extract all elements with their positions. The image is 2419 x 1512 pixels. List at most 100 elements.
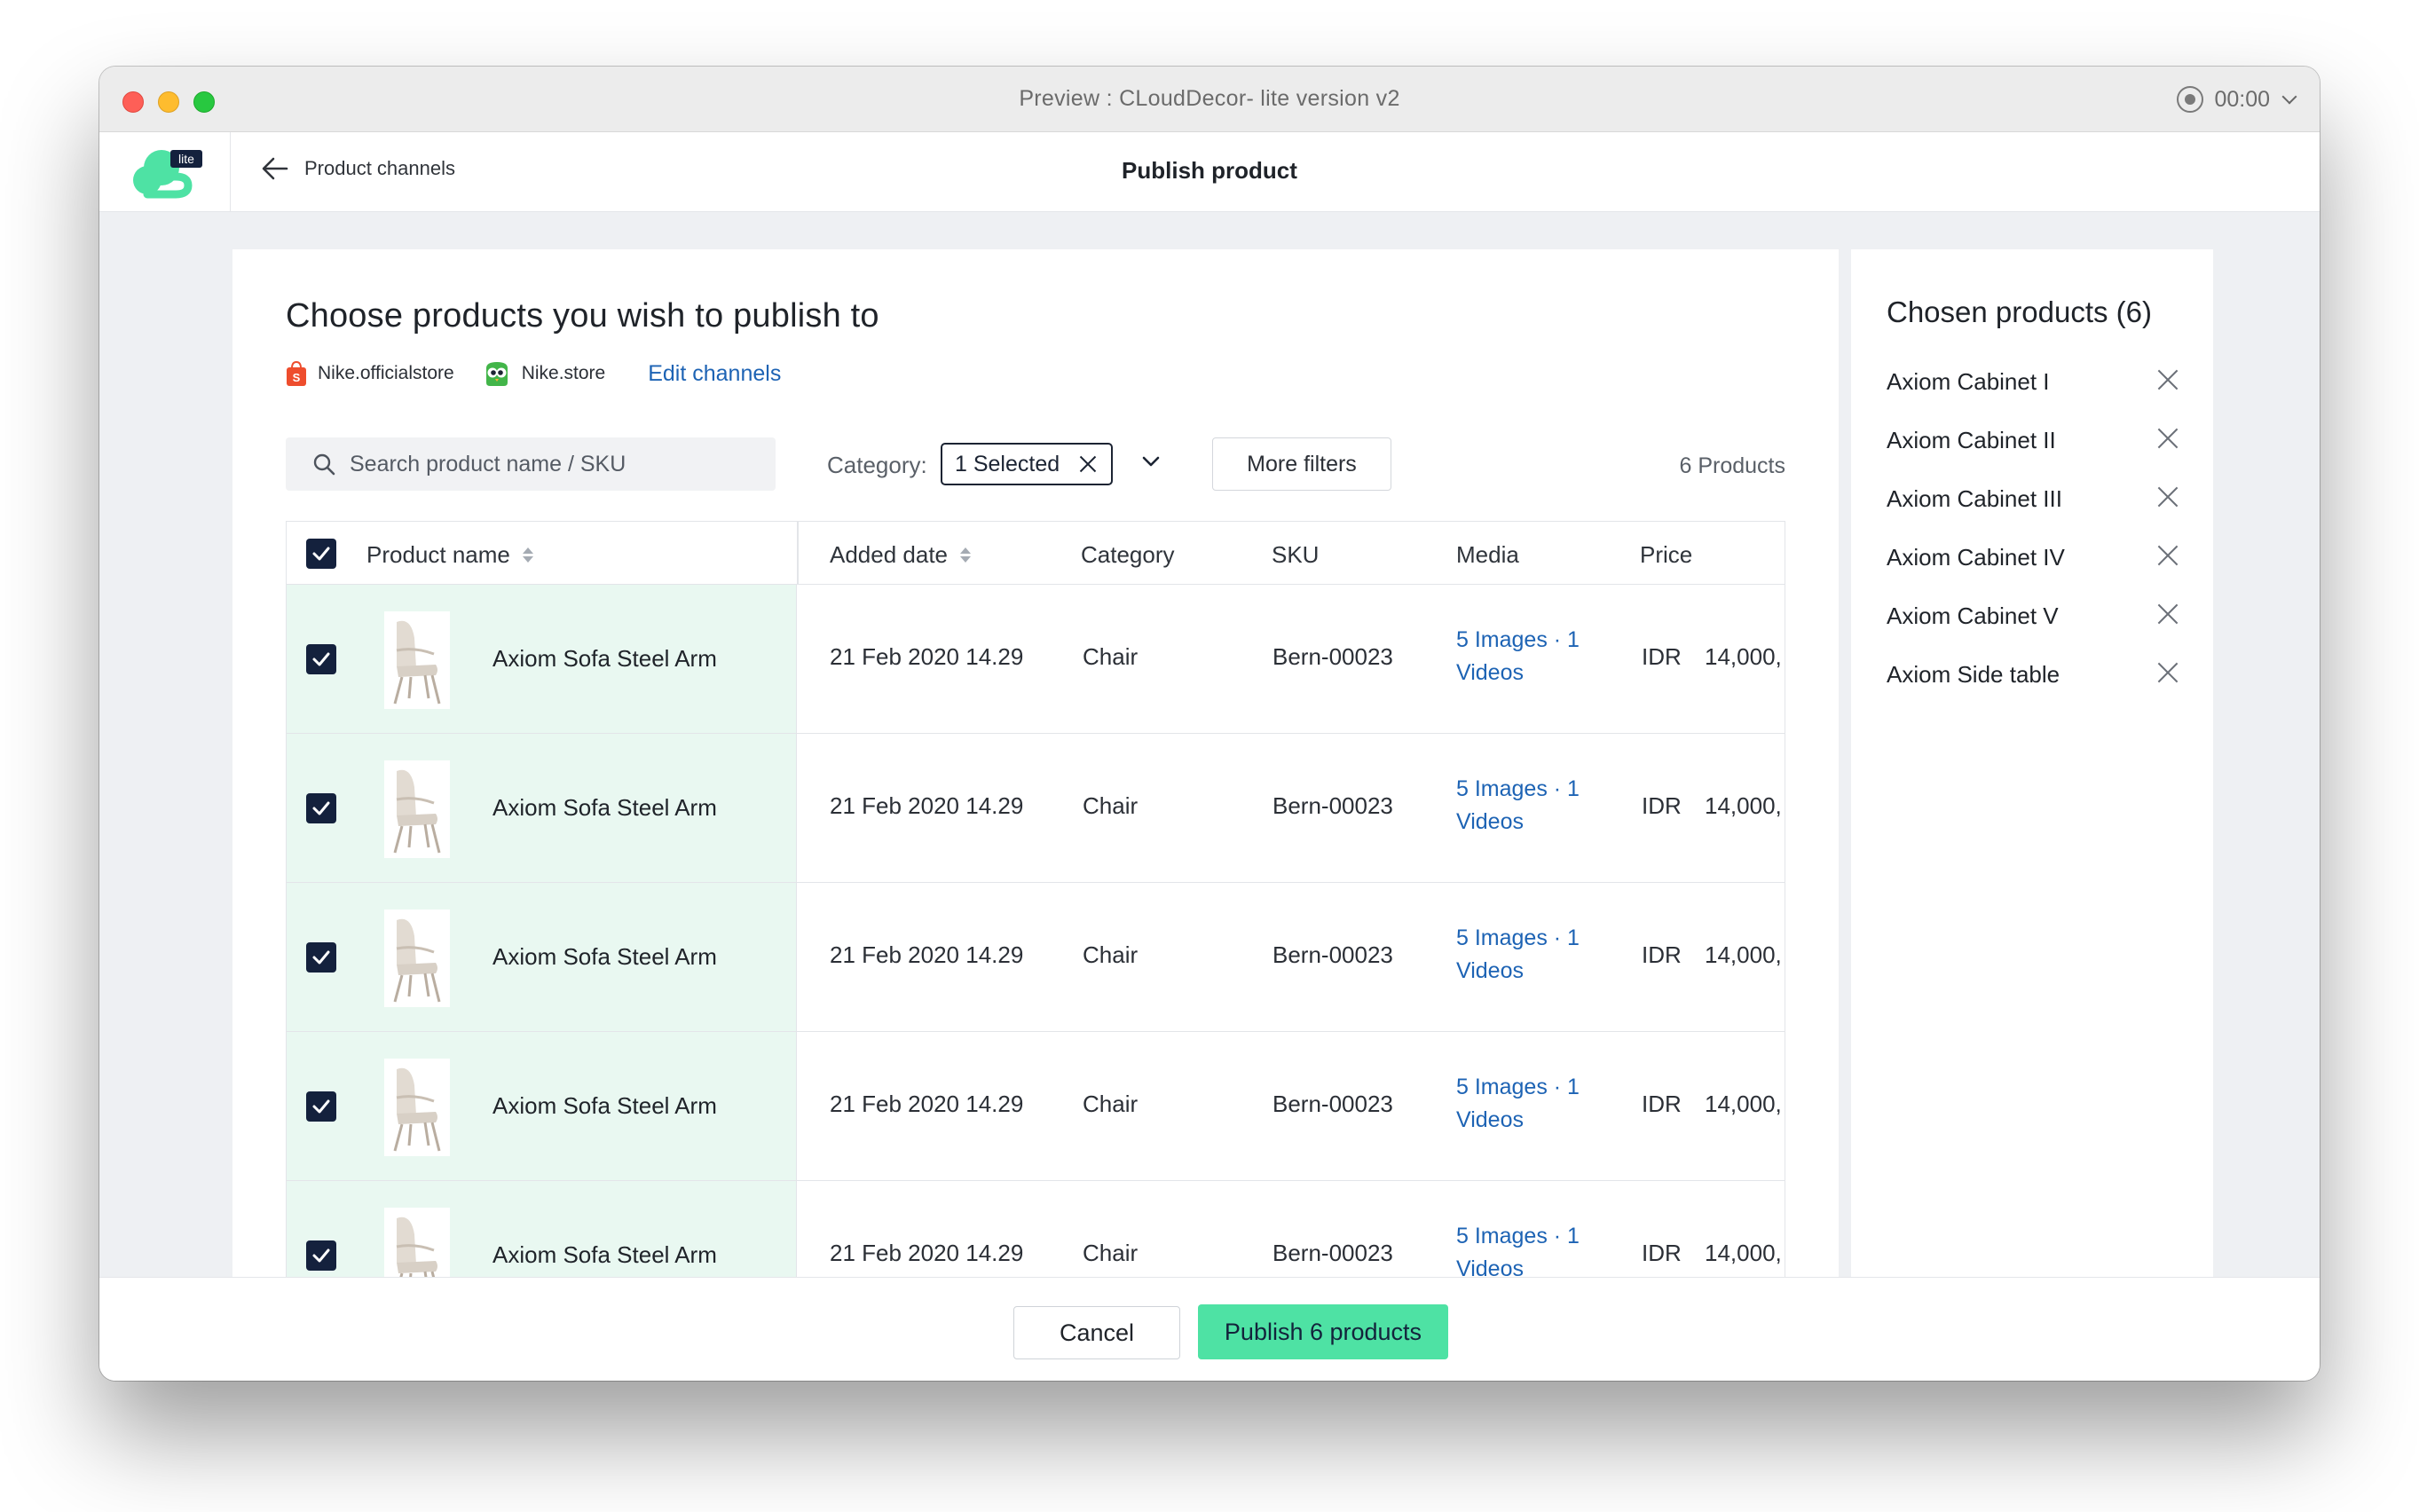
clear-category-icon[interactable] [1079,455,1097,473]
remove-icon[interactable] [2156,602,2179,626]
header-category: Category [1081,541,1175,569]
header-label: Media [1456,541,1519,568]
chair-thumbnail-image [384,910,450,1007]
product-table: Product name Added date Category SKU Med… [286,521,1785,1330]
category-dropdown-chevron-icon[interactable] [1138,448,1164,475]
header-media: Media [1456,541,1519,569]
remove-icon[interactable] [2156,544,2179,567]
checkmark-icon [312,801,330,815]
category-chip-label: 1 Selected [955,451,1060,476]
row-checkbox[interactable] [306,942,336,973]
media-link[interactable]: 5 Images · 1 Videos [1456,773,1598,839]
product-name: Axiom Sofa Steel Arm [492,794,717,821]
chosen-product-name: Axiom Cabinet I [1887,368,2050,395]
column-divider [797,522,799,584]
sort-icon[interactable] [522,547,533,563]
remove-icon[interactable] [2156,661,2179,684]
back-label: Product channels [304,157,455,179]
table-row[interactable]: Axiom Sofa Steel Arm 21 Feb 2020 14.29 C… [286,585,1785,734]
category-chip[interactable]: 1 Selected [941,443,1113,485]
media-link[interactable]: 5 Images · 1 Videos [1456,922,1598,988]
more-filters-button[interactable]: More filters [1212,437,1391,491]
table-row[interactable]: Axiom Sofa Steel Arm 21 Feb 2020 14.29 C… [286,883,1785,1032]
list-item: Axiom Cabinet III [1887,485,2179,544]
window-title: Preview : CLoudDecor- lite version v2 [1019,86,1400,111]
price-value: 14,000, [1705,1091,1782,1117]
sort-icon[interactable] [960,547,972,563]
tokopedia-owl-icon [485,362,508,386]
added-date: 21 Feb 2020 14.29 [830,941,1024,968]
product-name: Axiom Sofa Steel Arm [492,1092,717,1119]
zoom-window-button[interactable] [193,91,215,113]
cloud-logo-icon: lite [133,150,202,199]
row-checkbox[interactable] [306,793,336,823]
price-value: 14,000, [1705,643,1782,670]
header-added-date[interactable]: Added date [830,541,972,569]
select-all-checkbox[interactable] [306,539,336,569]
chosen-products-list: Axiom Cabinet I Axiom Cabinet II Axiom C… [1887,368,2179,720]
row-checkbox[interactable] [306,1091,336,1122]
table-row[interactable]: Axiom Sofa Steel Arm 21 Feb 2020 14.29 C… [286,1032,1785,1181]
list-item: Axiom Cabinet II [1887,427,2179,485]
category-value: Chair [1083,643,1139,670]
product-name-cell: Axiom Sofa Steel Arm [287,734,797,882]
price-currency: IDR [1642,792,1682,819]
remove-icon[interactable] [2156,485,2179,508]
chosen-product-name: Axiom Cabinet IV [1887,544,2065,571]
price-value: 14,000, [1705,1240,1782,1266]
checkmark-icon [312,1248,330,1263]
checkmark-icon [312,950,330,965]
chosen-product-name: Axiom Cabinet V [1887,602,2059,629]
checkmark-icon [312,1099,330,1114]
header-product-name[interactable]: Product name [366,541,533,569]
timer-value: 00:00 [2214,86,2270,112]
remove-icon[interactable] [2156,427,2179,450]
chosen-product-name: Axiom Cabinet III [1887,485,2062,512]
cancel-button[interactable]: Cancel [1013,1306,1180,1359]
list-item: Axiom Cabinet V [1887,602,2179,661]
media-link[interactable]: 5 Images · 1 Videos [1456,1071,1598,1137]
chosen-product-name: Axiom Side table [1887,661,2060,688]
product-name-cell: Axiom Sofa Steel Arm [287,1032,797,1180]
title-bar: Preview : CLoudDecor- lite version v2 00… [99,67,2320,132]
action-footer: Cancel Publish 6 products [99,1277,2320,1381]
channel-shopee: S Nike.officialstore [286,360,454,387]
close-window-button[interactable] [122,91,144,113]
list-item: Axiom Cabinet IV [1887,544,2179,602]
price-currency: IDR [1642,1091,1682,1117]
category-value: Chair [1083,1240,1139,1266]
shopee-bag-icon: S [287,360,306,386]
remove-icon[interactable] [2156,368,2179,391]
row-checkbox[interactable] [306,1240,336,1271]
header-label: Price [1640,541,1693,568]
minimize-window-button[interactable] [158,91,179,113]
added-date: 21 Feb 2020 14.29 [830,1091,1024,1117]
category-value: Chair [1083,1091,1139,1117]
product-name: Axiom Sofa Steel Arm [492,645,717,672]
product-name-cell: Axiom Sofa Steel Arm [287,585,797,733]
row-checkbox[interactable] [306,644,336,674]
window-controls [122,91,215,113]
price-value: 14,000, [1705,941,1782,968]
app-window: Preview : CLoudDecor- lite version v2 00… [99,67,2320,1381]
search-box[interactable] [286,437,776,491]
added-date: 21 Feb 2020 14.29 [830,792,1024,819]
media-link[interactable]: 5 Images · 1 Videos [1456,624,1598,689]
chosen-products-title: Chosen products (6) [1887,295,2152,328]
product-name-cell: Axiom Sofa Steel Arm [287,883,797,1031]
sku-value: Bern-00023 [1273,1240,1393,1266]
added-date: 21 Feb 2020 14.29 [830,1240,1024,1266]
sku-value: Bern-00023 [1273,643,1393,670]
svg-text:lite: lite [178,152,194,166]
search-input[interactable] [350,451,767,477]
back-to-product-channels[interactable]: Product channels [262,157,455,180]
publish-button[interactable]: Publish 6 products [1198,1304,1448,1359]
section-heading: Choose products you wish to publish to [286,297,879,335]
logo[interactable]: lite [99,132,231,212]
edit-channels-link[interactable]: Edit channels [648,361,781,387]
table-row[interactable]: Axiom Sofa Steel Arm 21 Feb 2020 14.29 C… [286,734,1785,883]
category-value: Chair [1083,941,1139,968]
svg-text:S: S [293,371,301,384]
recording-timer[interactable]: 00:00 [2177,84,2297,114]
media-link[interactable]: 5 Images · 1 Videos [1456,1220,1598,1286]
